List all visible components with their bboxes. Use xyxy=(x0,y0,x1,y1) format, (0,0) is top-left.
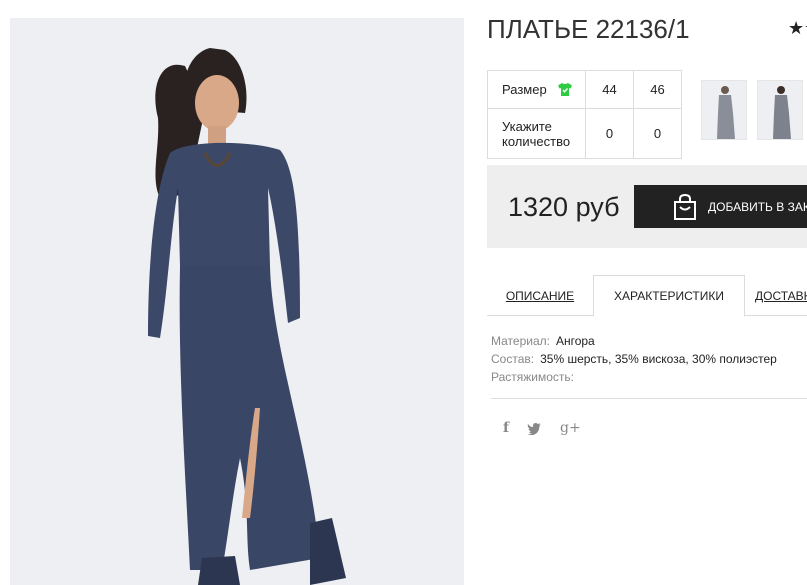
quantity-input-46[interactable]: 0 xyxy=(633,108,682,159)
facebook-icon[interactable]: f xyxy=(503,420,509,436)
add-to-order-button[interactable]: ДОБАВИТЬ В ЗАКАЗ xyxy=(634,185,807,228)
thumbnail-2[interactable] xyxy=(757,80,803,140)
price-block: 1320 руб ДОБАВИТЬ В ЗАКАЗ xyxy=(487,165,807,248)
google-plus-icon[interactable]: g+ xyxy=(560,420,581,436)
characteristic-row: Состав: 35% шерсть, 35% вискоза, 30% поли… xyxy=(491,350,777,368)
tab-delivery[interactable]: ДОСТАВКА xyxy=(755,275,807,316)
product-tabs: ОПИСАНИЕ ХАРАКТЕРИСТИКИ ДОСТАВКА xyxy=(487,275,807,317)
quantity-label-cell: Укажите количество xyxy=(487,108,586,159)
quantity-row: Укажите количество 0 0 xyxy=(487,108,682,159)
characteristic-key: Материал: xyxy=(491,334,550,348)
quantity-input-44[interactable]: 0 xyxy=(585,108,634,159)
quantity-label-line1: Укажите xyxy=(502,118,552,134)
characteristics-list: Материал: Ангора Состав: 35% шерсть, 35% в… xyxy=(491,332,777,386)
characteristic-key: Растяжимость: xyxy=(491,370,575,384)
size-label-cell: Размер xyxy=(487,70,586,109)
quantity-label-line2: количество xyxy=(502,133,571,149)
characteristic-value: Ангора xyxy=(555,334,595,348)
characteristic-value: 35% шерсть, 35% вискоза, 30% полиэстер xyxy=(540,352,777,366)
size-44: 44 xyxy=(585,70,634,109)
model-photo-illustration xyxy=(10,18,464,585)
characteristic-key: Состав: xyxy=(491,352,535,366)
size-quantity-table: Размер 44 46 Укажите количество 0 0 xyxy=(487,70,682,159)
tab-description[interactable]: ОПИСАНИЕ xyxy=(487,275,593,316)
add-to-order-label: ДОБАВИТЬ В ЗАКАЗ xyxy=(708,199,807,214)
size-46: 46 xyxy=(633,70,682,109)
shopping-bag-icon xyxy=(674,193,696,220)
divider xyxy=(491,398,807,399)
characteristic-row: Материал: Ангора xyxy=(491,332,777,350)
tab-characteristics[interactable]: ХАРАКТЕРИСТИКИ xyxy=(593,275,745,317)
size-row: Размер 44 46 xyxy=(487,70,682,109)
rating-stars[interactable]: ★☆ xyxy=(788,18,807,39)
product-title: ПЛАТЬЕ 22136/1 xyxy=(487,14,690,44)
thumbnail-image xyxy=(702,81,746,139)
size-label: Размер xyxy=(502,82,547,97)
thumbnail-image xyxy=(758,81,802,139)
main-product-image[interactable] xyxy=(10,18,464,585)
twitter-icon[interactable] xyxy=(527,422,542,435)
thumbnail-1[interactable] xyxy=(701,80,747,140)
characteristic-row: Растяжимость: xyxy=(491,368,777,386)
size-chart-icon[interactable] xyxy=(557,82,573,97)
price: 1320 руб xyxy=(508,192,620,222)
social-share: f g+ xyxy=(503,420,581,436)
